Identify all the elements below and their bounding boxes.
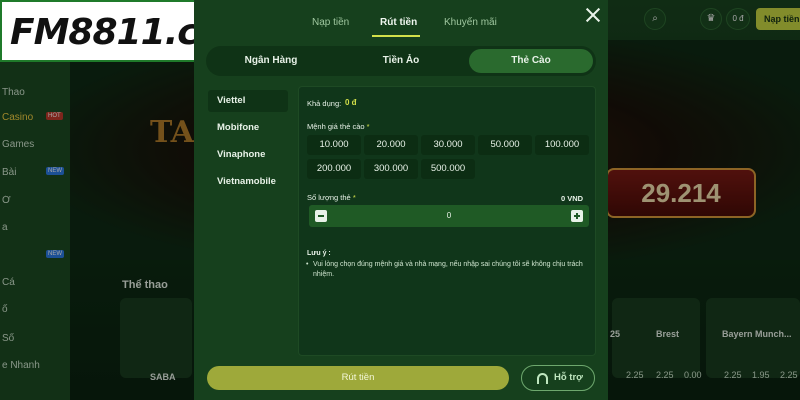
withdraw-button[interactable]: Rút tiền	[207, 366, 509, 390]
denom-option[interactable]: 30.000	[421, 135, 475, 155]
withdraw-method-selector: Ngân Hàng Tiền Ảo Thẻ Cào	[206, 46, 596, 76]
denomination-label: Mệnh giá thẻ cào *	[307, 122, 370, 131]
carrier-vietnamobile[interactable]: Vietnamobile	[208, 171, 288, 193]
transaction-modal: Nạp tiền Rút tiền Khuyến mãi Ngân Hàng T…	[194, 0, 608, 400]
note-text: Vui lòng chọn đúng mệnh giá và nhà mạng,…	[306, 260, 591, 280]
active-tab-indicator	[372, 35, 420, 37]
denom-option[interactable]: 20.000	[364, 135, 418, 155]
tab-withdraw[interactable]: Rút tiền	[380, 17, 417, 28]
tab-deposit[interactable]: Nạp tiền	[312, 17, 349, 28]
denom-option[interactable]: 10.000	[307, 135, 361, 155]
support-button[interactable]: Hỗ trợ	[521, 365, 595, 391]
quantity-total: 0 VND	[561, 194, 584, 203]
brand-logo: FM8811.com	[0, 0, 259, 62]
method-bank[interactable]: Ngân Hàng	[209, 49, 333, 73]
plus-icon[interactable]	[571, 210, 583, 222]
denom-option[interactable]: 200.000	[307, 159, 361, 179]
carrier-mobifone[interactable]: Mobifone	[208, 117, 288, 139]
modal-tabs: Nạp tiền Rút tiền Khuyến mãi	[194, 0, 608, 44]
support-label: Hỗ trợ	[554, 372, 583, 383]
headset-icon	[537, 373, 548, 384]
quantity-label: Số lượng thẻ *	[307, 193, 356, 202]
quantity-value[interactable]: 0	[309, 205, 589, 227]
carrier-vinaphone[interactable]: Vinaphone	[208, 144, 288, 166]
close-icon[interactable]	[584, 6, 602, 24]
note-title: Lưu ý :	[307, 250, 331, 257]
tab-promotion[interactable]: Khuyến mãi	[444, 17, 497, 28]
denom-option[interactable]: 50.000	[478, 135, 532, 155]
denom-option[interactable]: 100.000	[535, 135, 589, 155]
method-scratch-card[interactable]: Thẻ Cào	[469, 49, 593, 73]
quantity-stepper: 0	[309, 205, 589, 227]
scratch-card-form: Khả dụng: 0 đ Mệnh giá thẻ cào * 10.000 …	[298, 86, 596, 356]
minus-icon[interactable]	[315, 210, 327, 222]
denom-option[interactable]: 300.000	[364, 159, 418, 179]
balance-label: Khả dụng:	[307, 99, 342, 108]
method-crypto[interactable]: Tiền Ảo	[339, 49, 463, 73]
carrier-viettel[interactable]: Viettel	[208, 90, 288, 112]
denom-option[interactable]: 500.000	[421, 159, 475, 179]
balance-value: 0 đ	[345, 98, 357, 107]
